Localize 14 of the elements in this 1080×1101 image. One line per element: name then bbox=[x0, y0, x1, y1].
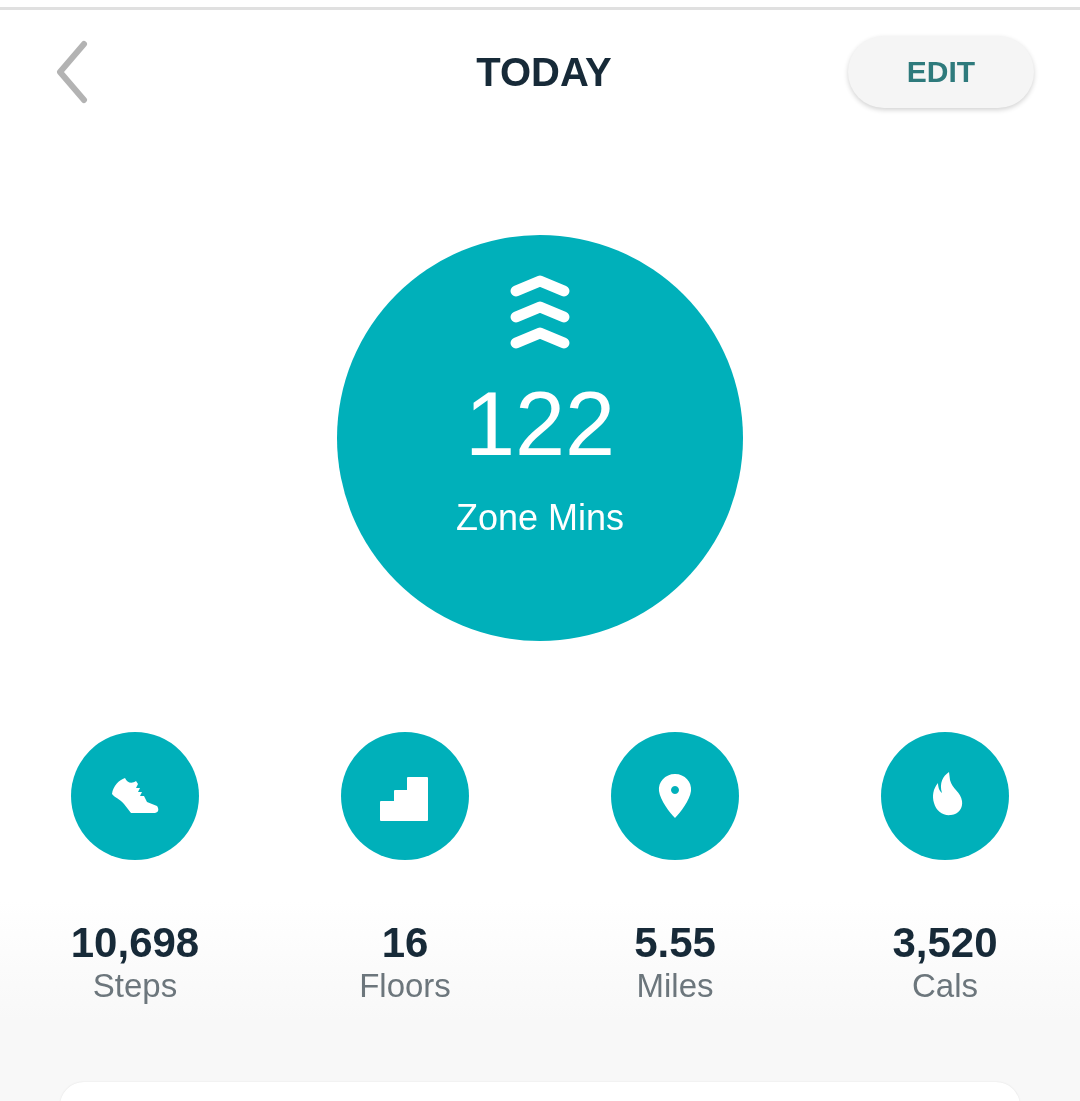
stat-value: 10,698 bbox=[70, 920, 200, 967]
stat-label: Steps bbox=[92, 966, 178, 1006]
edit-button[interactable]: EDIT bbox=[848, 36, 1034, 108]
back-icon[interactable] bbox=[54, 40, 90, 104]
zone-minutes-value: 122 bbox=[464, 379, 616, 469]
stat-value: 16 bbox=[381, 920, 429, 967]
page-title: TODAY bbox=[476, 49, 612, 95]
stat-value: 5.55 bbox=[634, 920, 716, 967]
stat-label: Miles bbox=[636, 966, 714, 1006]
stat-label: Cals bbox=[912, 966, 978, 1006]
stat-label: Floors bbox=[359, 966, 451, 1006]
zone-minutes-circle[interactable]: 122 Zone Mins bbox=[337, 235, 743, 641]
zone-minutes-label: Zone Mins bbox=[455, 497, 625, 539]
stat-value: 3,520 bbox=[892, 920, 998, 967]
